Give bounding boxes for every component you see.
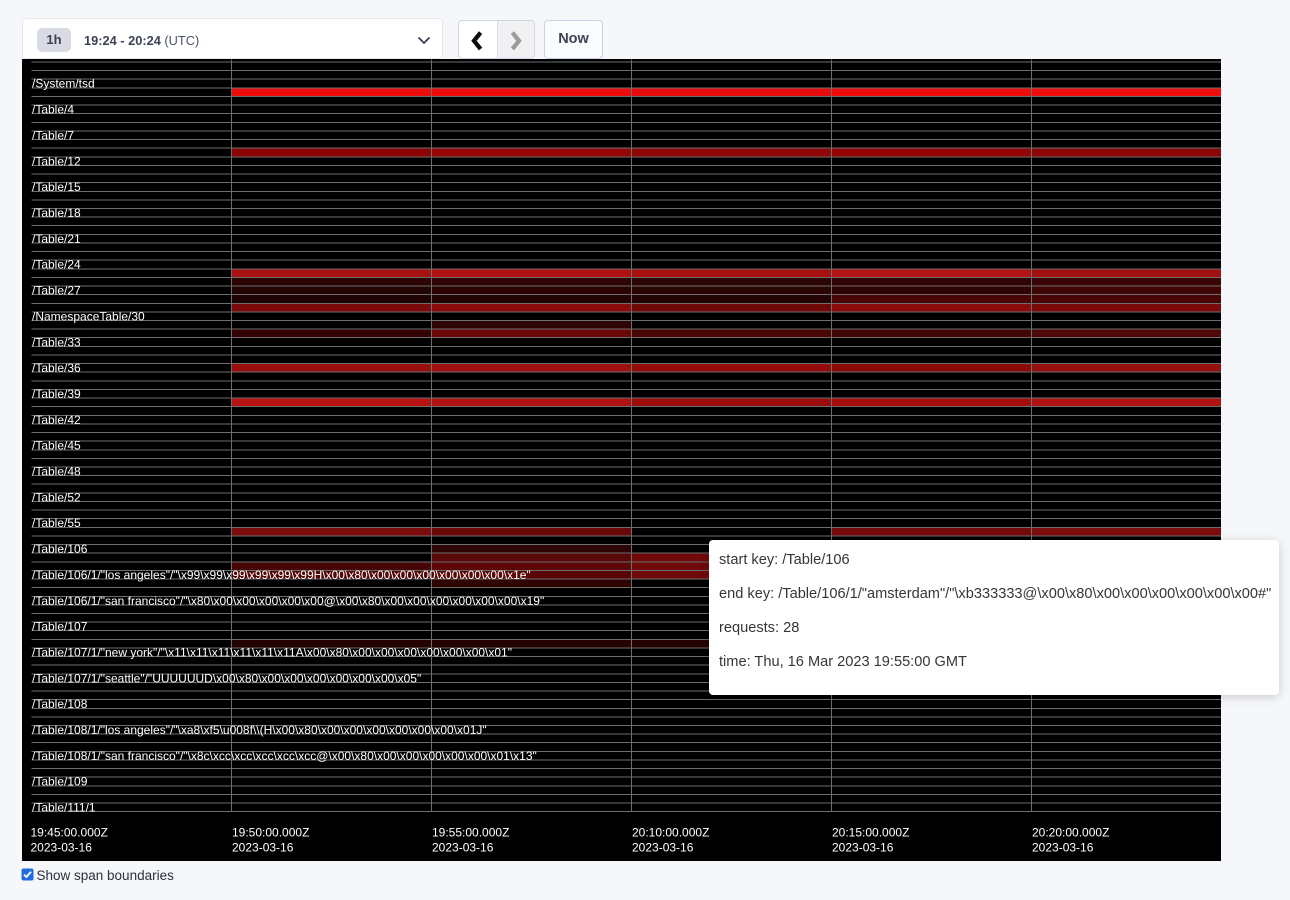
svg-text:2023-03-16: 2023-03-16	[30, 840, 92, 854]
svg-text:/Table/48: /Table/48	[32, 464, 81, 478]
svg-text:19:50:00.000Z: 19:50:00.000Z	[232, 825, 309, 839]
svg-text:/Table/45: /Table/45	[32, 438, 81, 452]
svg-text:20:10:00.000Z: 20:10:00.000Z	[632, 825, 709, 839]
svg-text:/Table/42: /Table/42	[32, 412, 81, 426]
svg-text:/Table/21: /Table/21	[32, 231, 81, 245]
svg-text:/Table/107: /Table/107	[32, 619, 88, 633]
svg-text:/Table/27: /Table/27	[32, 283, 81, 297]
svg-text:/Table/108: /Table/108	[32, 697, 88, 711]
svg-text:/Table/107/1/"seattle"/"UUUUUU: /Table/107/1/"seattle"/"UUUUUUD\x00\x80\…	[32, 671, 421, 685]
svg-text:2023-03-16: 2023-03-16	[432, 840, 494, 854]
svg-text:/Table/108/1/"los angeles"/"\x: /Table/108/1/"los angeles"/"\xa8\xf5\u00…	[32, 723, 487, 737]
svg-text:/Table/4: /Table/4	[32, 102, 74, 116]
svg-text:/Table/36: /Table/36	[32, 361, 81, 375]
svg-text:/System/tsd: /System/tsd	[32, 76, 95, 90]
svg-text:/Table/108/1/"san francisco"/": /Table/108/1/"san francisco"/"\x8c\xcc\x…	[32, 748, 537, 762]
svg-text:/NamespaceTable/30: /NamespaceTable/30	[32, 309, 145, 323]
svg-text:/Table/106/1/"los angeles"/"\x: /Table/106/1/"los angeles"/"\x99\x99\x99…	[32, 567, 531, 581]
svg-text:2023-03-16: 2023-03-16	[232, 840, 294, 854]
svg-text:19:55:00.000Z: 19:55:00.000Z	[432, 825, 509, 839]
svg-text:/Table/12: /Table/12	[32, 154, 81, 168]
svg-text:/Table/15: /Table/15	[32, 180, 81, 194]
svg-text:/Table/109: /Table/109	[32, 774, 88, 788]
svg-text:2023-03-16: 2023-03-16	[632, 840, 694, 854]
svg-text:19:45:00.000Z: 19:45:00.000Z	[30, 825, 107, 839]
svg-text:/Table/24: /Table/24	[32, 257, 81, 271]
svg-text:/Table/111/1: /Table/111/1	[32, 800, 96, 814]
svg-text:2023-03-16: 2023-03-16	[1032, 840, 1094, 854]
svg-text:20:20:00.000Z: 20:20:00.000Z	[1032, 825, 1109, 839]
svg-text:/Table/52: /Table/52	[32, 490, 81, 504]
svg-text:/Table/107/1/"new york"/"\x11\: /Table/107/1/"new york"/"\x11\x11\x11\x1…	[32, 645, 512, 659]
svg-text:20:15:00.000Z: 20:15:00.000Z	[832, 825, 909, 839]
svg-text:/Table/106/1/"san francisco"/": /Table/106/1/"san francisco"/"\x80\x00\x…	[32, 593, 544, 607]
svg-text:/Table/33: /Table/33	[32, 335, 81, 349]
svg-text:/Table/39: /Table/39	[32, 386, 81, 400]
svg-text:/Table/18: /Table/18	[32, 206, 81, 220]
svg-text:/Table/55: /Table/55	[32, 516, 81, 530]
svg-text:/Table/7: /Table/7	[32, 128, 74, 142]
svg-text:2023-03-16: 2023-03-16	[832, 840, 894, 854]
svg-text:/Table/106: /Table/106	[32, 542, 88, 556]
